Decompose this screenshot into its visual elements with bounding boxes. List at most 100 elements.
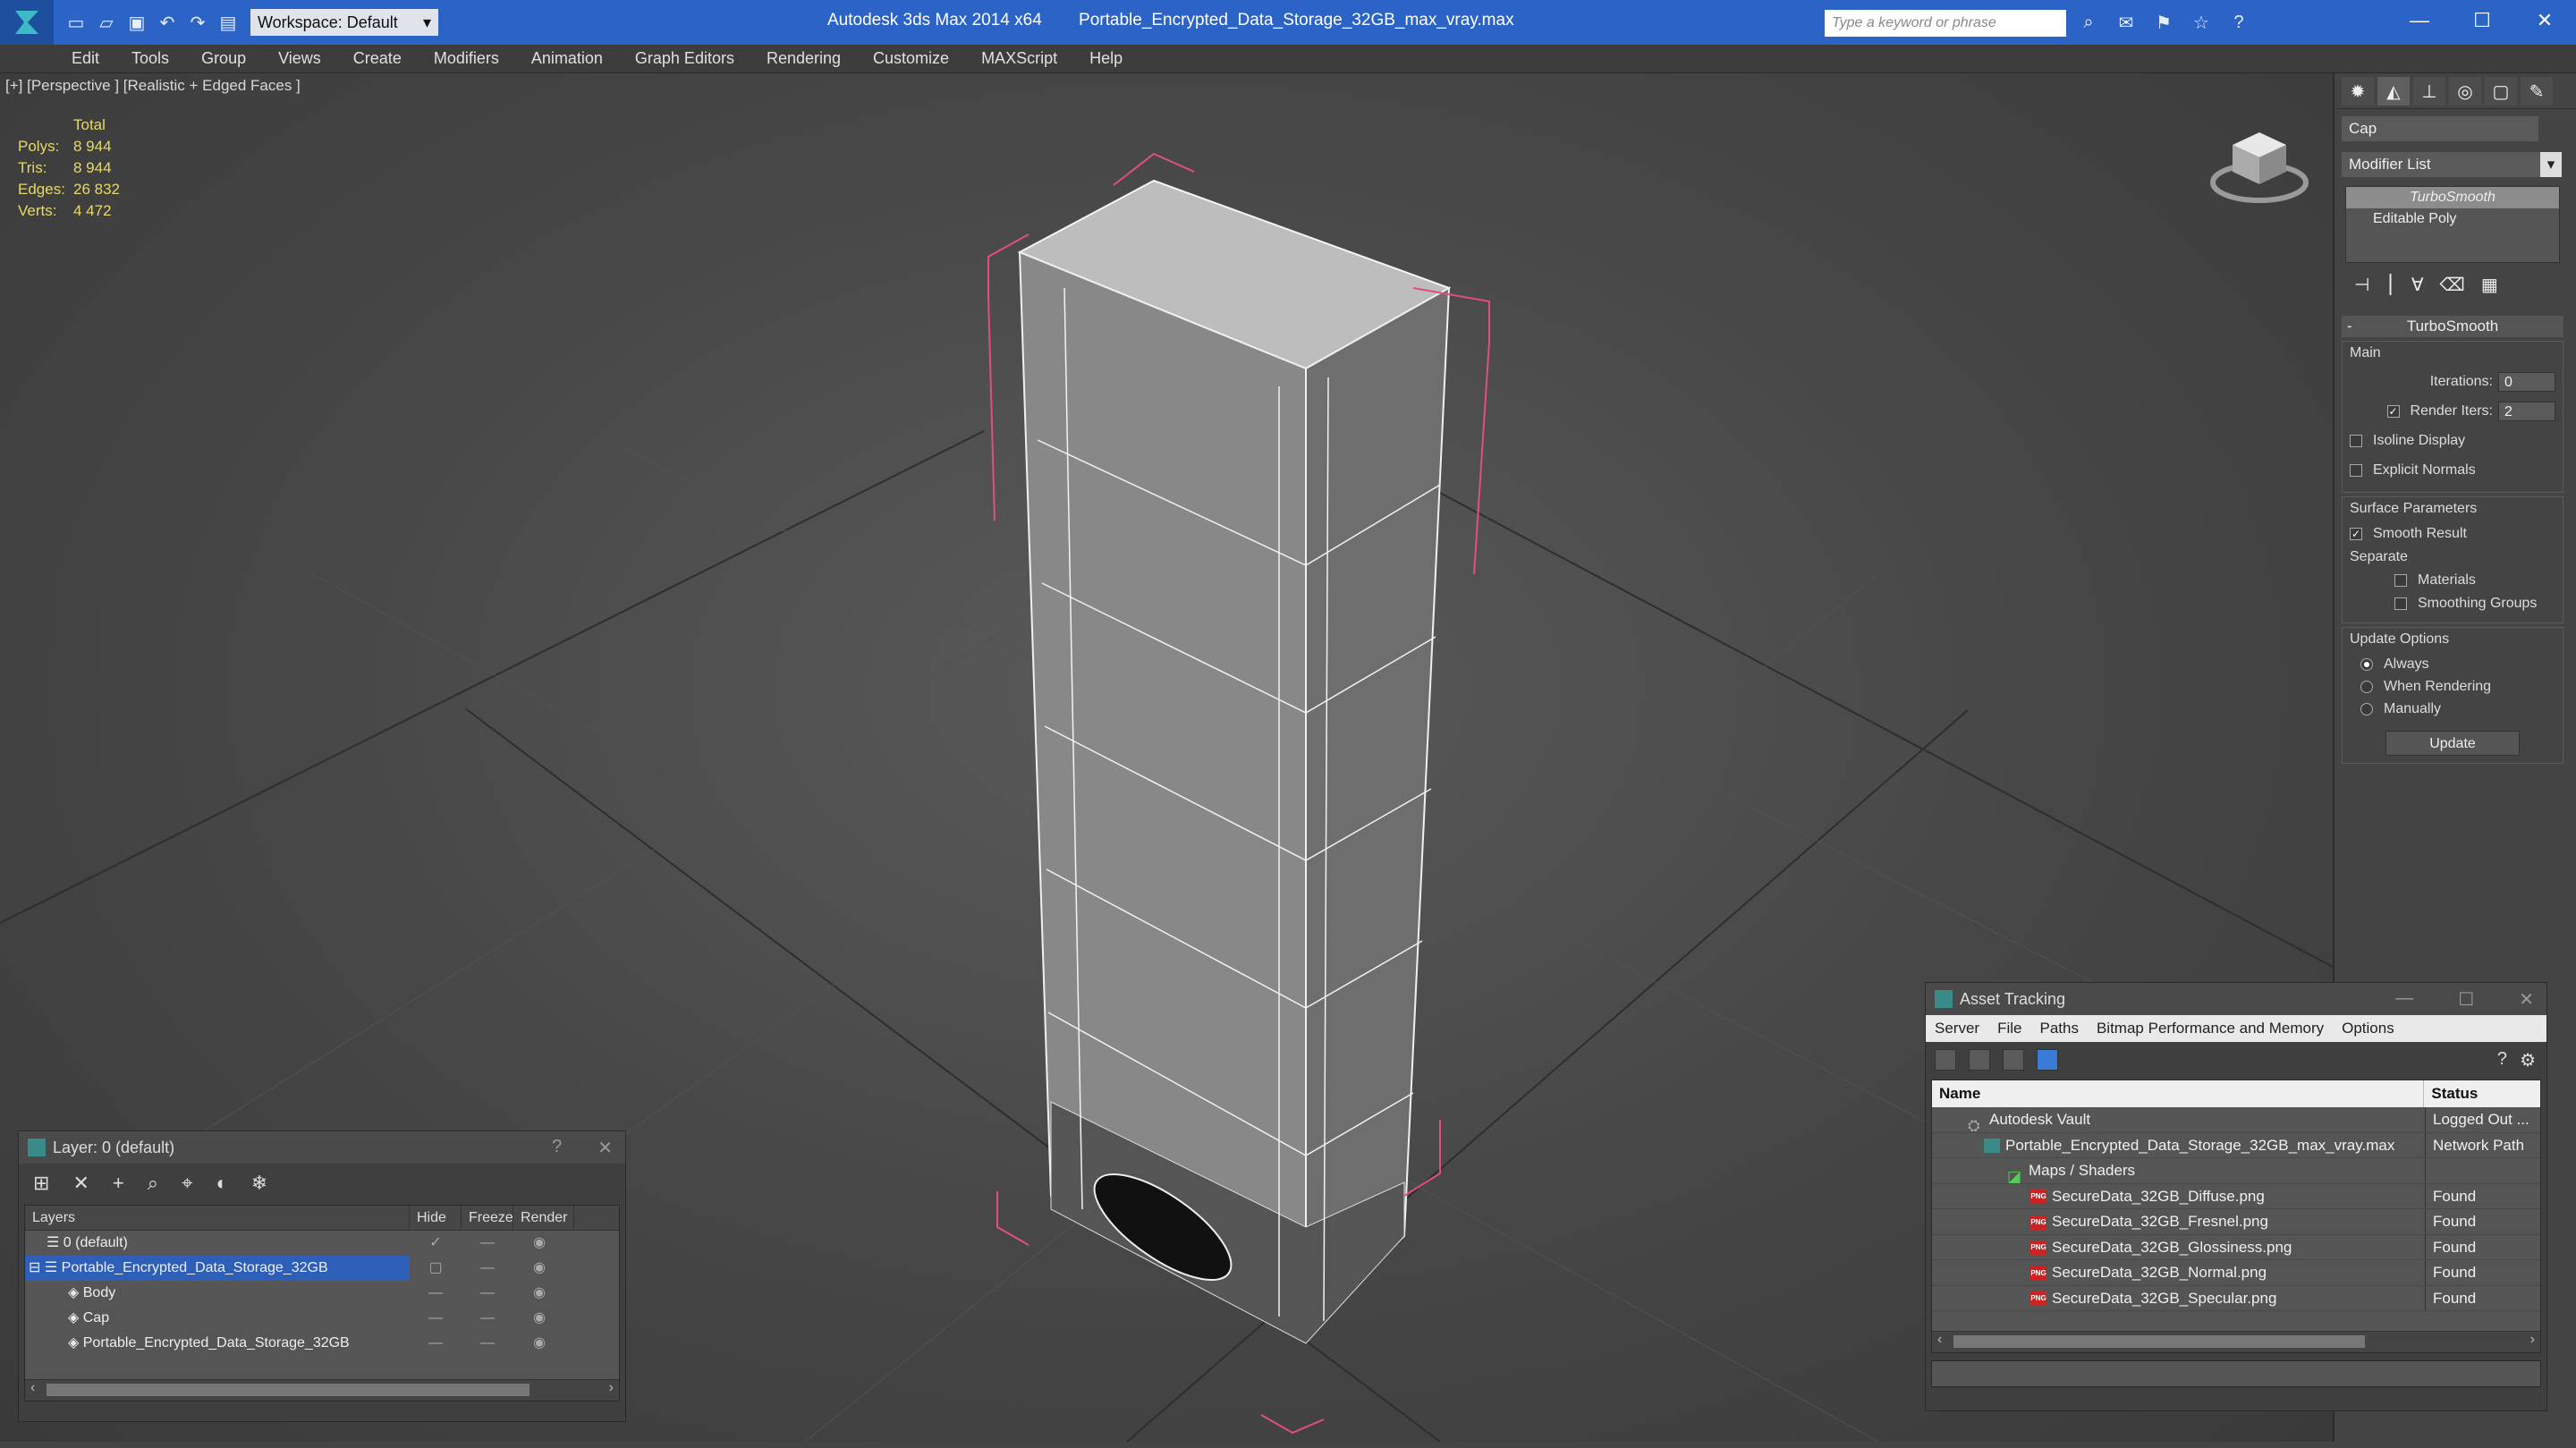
make-unique-icon[interactable]: ∀ [2411, 274, 2424, 296]
save-file-icon[interactable]: ▣ [123, 9, 150, 36]
stack-item-editable-poly[interactable]: Editable Poly [2346, 208, 2559, 230]
render-toggle[interactable]: ◉ [513, 1331, 565, 1356]
render-toggle[interactable]: ◉ [513, 1306, 565, 1331]
horizontal-scrollbar[interactable]: ‹ › [1932, 1331, 2540, 1352]
render-iters-spinner[interactable]: 2 [2498, 401, 2555, 421]
help-icon[interactable]: ? [2225, 9, 2252, 36]
delete-layer-icon[interactable]: ✕ [72, 1172, 89, 1195]
asset-window-header[interactable]: Asset Tracking — ☐ ✕ [1926, 983, 2546, 1015]
highlight-layer-icon[interactable]: ⌖ [182, 1172, 192, 1195]
table-row[interactable]: PNG SecureData_32GB_Glossiness.png Found [1932, 1234, 2540, 1260]
storage-device-model[interactable] [1017, 179, 1452, 1344]
table-row[interactable]: ⛭ Autodesk Vault Logged Out ... [1932, 1107, 2540, 1133]
app-logo-icon[interactable] [0, 0, 54, 45]
menu-rendering[interactable]: Rendering [767, 49, 841, 68]
configure-sets-icon[interactable]: ▦ [2481, 274, 2498, 296]
menu-graph-editors[interactable]: Graph Editors [635, 49, 734, 68]
menu-animation[interactable]: Animation [531, 49, 603, 68]
table-row[interactable]: PNG SecureData_32GB_Fresnel.png Found [1932, 1209, 2540, 1235]
horizontal-scrollbar[interactable]: ‹ › [25, 1379, 619, 1401]
layer-window-header[interactable]: Layer: 0 (default) ? ✕ [19, 1131, 625, 1164]
communication-icon[interactable]: ✉ [2113, 9, 2140, 36]
binoculars-icon[interactable]: ⌕ [2075, 9, 2102, 36]
render-iters-checkbox[interactable]: ✓ [2386, 404, 2400, 418]
render-toggle[interactable]: ◉ [513, 1256, 565, 1281]
materials-checkbox[interactable] [2394, 574, 2407, 587]
table-row[interactable]: PNG SecureData_32GB_Normal.png Found [1932, 1260, 2540, 1286]
isoline-display-checkbox[interactable] [2350, 434, 2362, 447]
help-icon[interactable]: ? [2497, 1049, 2507, 1070]
pin-stack-icon[interactable]: ⊣ [2354, 274, 2369, 296]
freeze-toggle[interactable]: — [462, 1231, 513, 1256]
table-row[interactable]: Portable_Encrypted_Data_Storage_32GB_max… [1932, 1132, 2540, 1158]
open-file-icon[interactable]: ▱ [93, 9, 120, 36]
viewcube-icon[interactable] [2206, 118, 2313, 212]
maximize-icon[interactable]: ☐ [2451, 0, 2513, 41]
table-row[interactable]: ◈ Portable_Encrypted_Data_Storage_32GB —… [25, 1331, 619, 1356]
maximize-icon[interactable]: ☐ [2458, 988, 2474, 1011]
always-radio[interactable] [2360, 657, 2373, 671]
hide-toggle[interactable]: ▢ [410, 1256, 462, 1281]
asset-menu-paths[interactable]: Paths [2039, 1020, 2078, 1037]
menu-views[interactable]: Views [278, 49, 321, 68]
table-row[interactable]: ⊟ ☰ Portable_Encrypted_Data_Storage_32GB… [25, 1256, 619, 1281]
menu-customize[interactable]: Customize [873, 49, 949, 68]
search-input[interactable]: Type a keyword or phrase [1825, 10, 2066, 37]
turbosmooth-rollout-header[interactable]: - TurboSmooth [2342, 316, 2563, 337]
menu-create[interactable]: Create [353, 49, 402, 68]
hide-toggle[interactable]: — [410, 1306, 462, 1331]
menu-help[interactable]: Help [1089, 49, 1123, 68]
object-name-field[interactable]: Cap [2342, 116, 2538, 141]
freeze-all-icon[interactable]: ❄ [251, 1172, 267, 1195]
close-icon[interactable]: ✕ [2519, 988, 2534, 1011]
thumbnail-view-icon[interactable] [2003, 1049, 2024, 1071]
table-row[interactable]: ◪ Maps / Shaders [1932, 1158, 2540, 1184]
minimize-icon[interactable]: — [2395, 988, 2413, 1011]
close-icon[interactable]: ✕ [2513, 0, 2576, 41]
manually-radio[interactable] [2360, 702, 2373, 716]
table-view-icon[interactable] [2037, 1049, 2058, 1071]
modifier-list-dropdown[interactable]: Modifier List ▾ [2342, 152, 2562, 177]
smooth-result-checkbox[interactable]: ✓ [2350, 528, 2362, 540]
create-layer-icon[interactable]: ⊞ [33, 1172, 49, 1195]
menu-edit[interactable]: Edit [72, 49, 99, 68]
when-rendering-radio[interactable] [2360, 680, 2373, 693]
subscription-icon[interactable]: ⚑ [2150, 9, 2177, 36]
table-row[interactable]: ◈ Body — — ◉ [25, 1281, 619, 1306]
freeze-toggle[interactable]: — [462, 1281, 513, 1306]
iterations-spinner[interactable]: 0 [2498, 371, 2555, 392]
stack-item-turbosmooth[interactable]: TurboSmooth [2346, 187, 2559, 208]
scroll-left-icon[interactable]: ‹ [1937, 1332, 1942, 1348]
asset-menu-options[interactable]: Options [2342, 1020, 2394, 1037]
create-tab-icon[interactable]: ✹ [2342, 77, 2374, 106]
list-view-icon[interactable] [1969, 1049, 1990, 1071]
hide-toggle[interactable]: ✓ [410, 1231, 462, 1256]
table-row[interactable]: PNG SecureData_32GB_Specular.png Found [1932, 1285, 2540, 1311]
scroll-thumb[interactable] [1953, 1335, 2365, 1348]
settings-icon[interactable]: ⚙ [2520, 1049, 2536, 1071]
smoothing-groups-checkbox[interactable] [2394, 597, 2407, 610]
scroll-left-icon[interactable]: ‹ [30, 1380, 35, 1396]
menu-maxscript[interactable]: MAXScript [981, 49, 1057, 68]
add-to-layer-icon[interactable]: + [113, 1172, 124, 1195]
undo-icon[interactable]: ↶ [154, 9, 181, 36]
motion-tab-icon[interactable]: ◎ [2449, 77, 2481, 106]
update-button[interactable]: Update [2385, 731, 2520, 756]
new-file-icon[interactable]: ▭ [63, 9, 89, 36]
remove-modifier-icon[interactable]: ⌫ [2440, 274, 2465, 296]
render-toggle[interactable]: ◉ [513, 1281, 565, 1306]
hide-all-icon[interactable]: ◐ [216, 1172, 227, 1195]
display-tab-icon[interactable]: ▢ [2485, 77, 2517, 106]
help-icon[interactable]: ? [552, 1137, 562, 1159]
scroll-right-icon[interactable]: › [609, 1380, 614, 1396]
table-row[interactable]: ☰ 0 (default) ✓ — ◉ [25, 1231, 619, 1256]
viewport-label[interactable]: [+] [Perspective ] [Realistic + Edged Fa… [5, 77, 301, 95]
menu-group[interactable]: Group [201, 49, 246, 68]
utilities-tab-icon[interactable]: ✎ [2521, 77, 2553, 106]
asset-menu-server[interactable]: Server [1935, 1020, 1979, 1037]
close-icon[interactable]: ✕ [597, 1137, 613, 1159]
render-toggle[interactable]: ◉ [513, 1231, 565, 1256]
scroll-thumb[interactable] [47, 1384, 530, 1396]
project-folder-icon[interactable]: ▤ [215, 9, 242, 36]
freeze-toggle[interactable]: — [462, 1256, 513, 1281]
